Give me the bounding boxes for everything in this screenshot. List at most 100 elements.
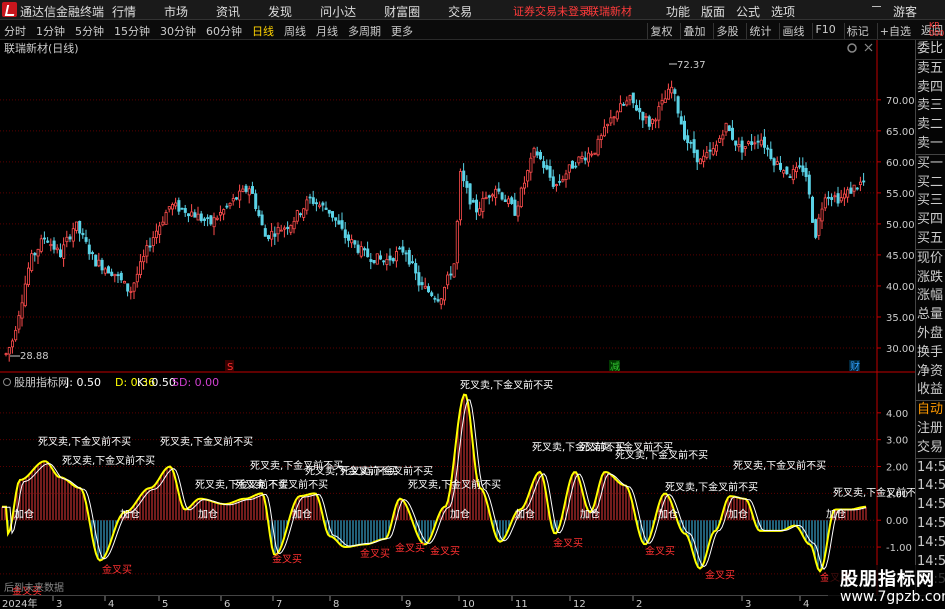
chart-svg[interactable]: 70.00 65.00 60.00 55.00 50.00 45.00 40.00 35.00… [0,40,926,598]
overlay-button[interactable]: 叠加 [680,23,707,39]
candle-body [449,273,453,276]
candle-body [516,205,520,217]
indicator-k-value: K: 0.50 [137,376,176,389]
menu-trade[interactable]: 交易 [448,3,472,20]
candle-body [455,220,459,264]
candle-body [625,100,629,106]
period-60min[interactable]: 60分钟 [206,23,242,39]
mark-button[interactable]: 标记 [843,23,871,39]
current-stock-link[interactable]: 联瑞新材 [588,3,632,19]
add-position-label: 加仓 [728,508,748,521]
menu-market[interactable]: 市场 [164,3,188,20]
draw-line-button[interactable]: 画线 [779,23,806,39]
gear-icon[interactable] [847,43,857,53]
period-monthly[interactable]: 月线 [316,23,338,39]
candle-body [183,208,187,213]
side-item: 净资 [917,363,944,379]
period-weekly[interactable]: 周线 [284,23,306,39]
close-icon[interactable] [864,43,873,52]
menu-ask[interactable]: 问小达 [320,3,356,20]
candle-body [436,299,440,302]
minimize-icon[interactable] [872,6,881,7]
chart-area[interactable]: 70.00 65.00 60.00 55.00 50.00 45.00 40.00 35.00… [0,40,926,598]
candle-body [753,142,757,145]
candle-body [750,141,754,146]
event-marker-finance[interactable]: 财 [850,360,860,373]
event-marker-reduce[interactable]: 减 [610,361,620,373]
candle-body [123,281,127,284]
indicator-settings-icon[interactable] [3,378,11,386]
candle-body [641,111,645,121]
candle-body [638,107,642,113]
period-1min[interactable]: 1分钟 [36,23,65,39]
candle-body [561,179,565,182]
kline-tick-label: 60.00 [886,158,915,169]
add-position-label: 加仓 [450,508,470,521]
period-daily[interactable]: 日线 [252,23,274,39]
period-intraday[interactable]: 分时 [4,23,26,39]
side-item: 14:56 [917,497,945,513]
candle-body [692,139,696,154]
f10-button[interactable]: F10 [812,23,837,39]
candle-body [180,207,184,210]
quote-side-panel: 委比 卖五 卖四 卖三 卖二 卖一 买一 买二 买三 买四 买五 现价 涨跌 涨幅 总量 外盘 换手 净资 收益 自动… [915,40,945,595]
side-item[interactable]: 交易 [916,439,945,458]
side-item[interactable]: 自动 [916,401,945,420]
menu-news[interactable]: 资讯 [216,3,240,20]
menu-formula[interactable]: 公式 [736,3,760,20]
low-price-label: 28.88 [20,351,49,362]
period-more[interactable]: 更多 [391,23,413,39]
candle-body [603,126,607,137]
candle-body [574,165,578,168]
candle-body [558,181,562,183]
period-5min[interactable]: 5分钟 [75,23,104,39]
indicator-sd-value: SD: 0.00 [172,376,219,389]
candle-body [49,243,53,247]
menu-wealth[interactable]: 财富圈 [384,3,420,20]
indicator-tick-label: 0.00 [886,516,908,527]
multi-stock-button[interactable]: 多股 [713,23,740,39]
menu-functions[interactable]: 功能 [666,3,690,20]
candle-body [462,170,466,182]
candle-body [260,214,264,226]
candle-body [622,103,626,106]
candle-body [33,252,37,256]
candle-body [407,249,411,265]
candle-body [628,95,632,101]
side-item[interactable]: 注册 [916,420,945,439]
menu-discover[interactable]: 发现 [268,3,292,20]
watermark: 股朋指标网 www.7gpzb.com [828,565,945,609]
menu-quotes[interactable]: 行情 [112,3,136,20]
menu-layout[interactable]: 版面 [701,3,725,20]
login-warning[interactable]: 证券交易未登录 [513,3,590,19]
event-marker-s[interactable]: S [227,362,233,373]
candle-body [23,283,27,307]
candle-body [474,199,478,213]
date-month-label: 2 [636,599,642,609]
date-axis: 2024年 3 4 5 6 7 8 9 10 11 12 2 3 4 [0,595,945,609]
stats-button[interactable]: 统计 [746,23,773,39]
candle-body [266,235,270,240]
candle-body [587,152,591,163]
period-multi[interactable]: 多周期 [348,23,381,39]
candle-body [103,268,107,274]
menu-options[interactable]: 选项 [771,3,795,20]
candle-body [439,298,443,305]
candle-body [231,198,235,202]
candle-body [676,96,680,114]
candle-body [593,152,597,155]
period-15min[interactable]: 15分钟 [114,23,150,39]
kline-grid [0,99,877,349]
period-30min[interactable]: 30分钟 [160,23,196,39]
candle-body [689,141,693,144]
candle-body [212,217,216,228]
adjust-button[interactable]: 复权 [647,23,674,39]
date-month-label: 11 [515,599,528,609]
add-watchlist-button[interactable]: +自选 [876,23,913,39]
sell-signal-label: 死叉卖,下金叉前不买 [460,379,553,392]
candle-body [186,213,190,217]
candle-body [506,198,510,205]
candle-body [145,245,149,257]
guest-button[interactable]: 游客 [893,3,917,20]
side-item: 买三 [917,193,944,209]
